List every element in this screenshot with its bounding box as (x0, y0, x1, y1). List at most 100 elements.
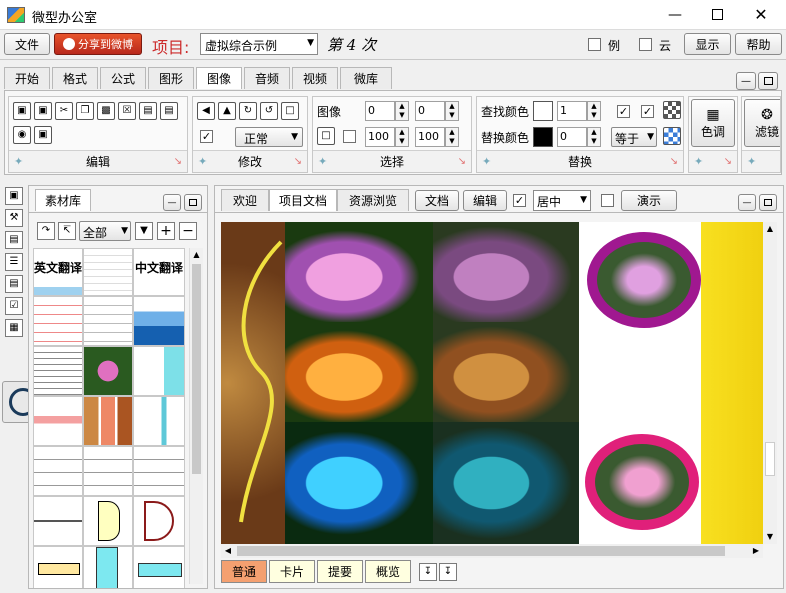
image-load-icon[interactable]: ▣ (34, 102, 52, 120)
modify-mode-select[interactable]: 正常 ▼ (235, 127, 303, 147)
compare-select[interactable]: 等于 ▼ (611, 127, 657, 147)
tab-microlib[interactable]: 微库 (340, 67, 392, 89)
x-stepper[interactable]: ▲ ▼ (395, 101, 409, 121)
doc-restore-button[interactable] (759, 194, 777, 211)
thumbnail-flow[interactable] (33, 396, 83, 446)
h-input[interactable]: 100 (415, 127, 445, 147)
x-input[interactable]: 0 (365, 101, 395, 121)
mirror-icon[interactable]: ▲ (218, 102, 236, 120)
replace-tolerance-input[interactable]: 0 (557, 127, 587, 147)
cloud-checkbox[interactable] (639, 38, 652, 51)
thumbnail-diagram[interactable] (133, 346, 185, 396)
find-color-swatch[interactable] (533, 101, 553, 121)
library-scrollbar[interactable]: ▲ (189, 248, 203, 584)
rotate-ccw-icon[interactable]: ↺ (260, 102, 278, 120)
library-restore-button[interactable] (184, 194, 202, 211)
crop-icon[interactable]: □ (281, 102, 299, 120)
minimize-icon[interactable]: — (660, 4, 690, 26)
align-select[interactable]: 居中 ▼ (533, 190, 591, 211)
doc-minimize-button[interactable]: — (738, 194, 756, 211)
thumbnail-formula-2[interactable] (83, 446, 133, 496)
map-icon[interactable]: ▦ (5, 319, 23, 337)
ribbon-restore-button[interactable] (758, 72, 778, 90)
document-button[interactable]: 文档 (415, 190, 459, 211)
add-icon[interactable]: + (157, 222, 175, 240)
note-icon[interactable]: ▤ (5, 275, 23, 293)
library-filter-select[interactable]: 全部 ▼ (79, 221, 131, 241)
download-icon[interactable]: ↧ (419, 563, 437, 581)
thumbnail-circuit-1[interactable] (33, 496, 83, 546)
camera-icon[interactable]: ◉ (13, 126, 31, 144)
tab-card[interactable]: 卡片 (269, 560, 315, 583)
thumbnail-photos[interactable] (83, 396, 133, 446)
scroll-up-icon[interactable]: ▲ (190, 248, 203, 262)
thumbnail-zh-translation[interactable]: 中文翻译 (133, 248, 185, 296)
select-checkbox[interactable] (343, 130, 356, 143)
sort-icon[interactable]: ▼ (135, 222, 153, 240)
thumbnail-or-gate[interactable] (133, 496, 185, 546)
find-checkbox-1[interactable]: ✓ (617, 105, 630, 118)
scroll-down-icon[interactable]: ▼ (763, 530, 777, 544)
ribbon-minimize-button[interactable]: — (736, 72, 756, 90)
canvas-vertical-scrollbar[interactable]: ▲ ▼ (763, 222, 777, 544)
thumbnail-doc[interactable] (83, 296, 133, 346)
tab-start[interactable]: 开始 (4, 67, 50, 89)
thumbnail-and-gate[interactable] (83, 496, 133, 546)
help-button[interactable]: 帮助 (735, 33, 782, 55)
thumbnail-list-doc[interactable] (33, 346, 83, 396)
edit-button[interactable]: 编辑 (463, 190, 507, 211)
thumbnail-cyan-box[interactable] (83, 546, 133, 588)
thumbnail-blue-mountain[interactable] (133, 296, 185, 346)
remove-icon[interactable]: − (179, 222, 197, 240)
thumbnail-text[interactable] (83, 248, 133, 296)
thumbnail-en-translation[interactable]: 英文翻译 (33, 248, 83, 296)
example-checkbox[interactable] (588, 38, 601, 51)
find-tolerance-input[interactable]: 1 (557, 101, 587, 121)
flip-left-icon[interactable]: ◀ (197, 102, 215, 120)
thumbnail-lotus[interactable] (83, 346, 133, 396)
checklist-icon[interactable]: ☑ (5, 297, 23, 315)
filter-button[interactable]: ❂ 滤镜 (744, 99, 780, 147)
maximize-icon[interactable] (702, 4, 732, 26)
edit-group-label[interactable]: ✦ 编辑 ↘ (9, 150, 187, 172)
tab-overview[interactable]: 概览 (365, 560, 411, 583)
import-icon[interactable]: ↷ (37, 222, 55, 240)
thumbnail-formula-3[interactable] (133, 446, 185, 496)
share-weibo-button[interactable]: 分享到微博 (54, 33, 142, 55)
thumbnail-formula-1[interactable] (33, 446, 83, 496)
wrench-icon[interactable]: ⚒ (5, 209, 23, 227)
thumbnail-arrow[interactable] (33, 546, 83, 588)
grid-icon[interactable] (663, 101, 681, 119)
scroll-thumb[interactable] (237, 546, 725, 556)
library-minimize-button[interactable]: — (163, 194, 181, 211)
tab-project-doc[interactable]: 项目文档 (269, 189, 337, 211)
tab-image[interactable]: 图像 (196, 67, 242, 89)
close-icon[interactable]: ✕ (746, 4, 776, 26)
align-icon[interactable]: ▤ (139, 102, 157, 120)
select-group-label[interactable]: ✦ 选择 ↘ (313, 150, 471, 172)
library-tab[interactable]: 素材库 (35, 189, 91, 211)
rotate-cw-icon[interactable]: ↻ (239, 102, 257, 120)
document-icon[interactable]: ▤ (5, 231, 23, 249)
present-checkbox[interactable] (601, 194, 614, 207)
w-input[interactable]: 100 (365, 127, 395, 147)
scroll-left-icon[interactable]: ◀ (221, 544, 235, 558)
tab-resource-browser[interactable]: 资源浏览 (337, 189, 409, 211)
tab-formula[interactable]: 公式 (100, 67, 146, 89)
tone-button[interactable]: ▦ 色调 (691, 99, 735, 147)
replace-group-label[interactable]: ✦ 替换 ↘ (477, 150, 683, 172)
find-checkbox-2[interactable]: ✓ (641, 105, 654, 118)
tab-normal[interactable]: 普通 (221, 560, 267, 583)
y-stepper[interactable]: ▲ ▼ (445, 101, 459, 121)
canvas-horizontal-scrollbar[interactable]: ◀ ▶ (221, 544, 763, 558)
select-rect-icon[interactable]: □ (317, 127, 335, 145)
present-button[interactable]: 演示 (621, 190, 677, 211)
paste-icon[interactable]: ▩ (97, 102, 115, 120)
h-stepper[interactable]: ▲ ▼ (445, 127, 459, 147)
replace-tolerance-stepper[interactable]: ▲ ▼ (587, 127, 601, 147)
y-input[interactable]: 0 (415, 101, 445, 121)
find-tolerance-stepper[interactable]: ▲ ▼ (587, 101, 601, 121)
scroll-thumb[interactable] (192, 264, 201, 474)
thumbnail-red-text[interactable] (33, 296, 83, 346)
thumbnail-chart[interactable] (133, 396, 185, 446)
